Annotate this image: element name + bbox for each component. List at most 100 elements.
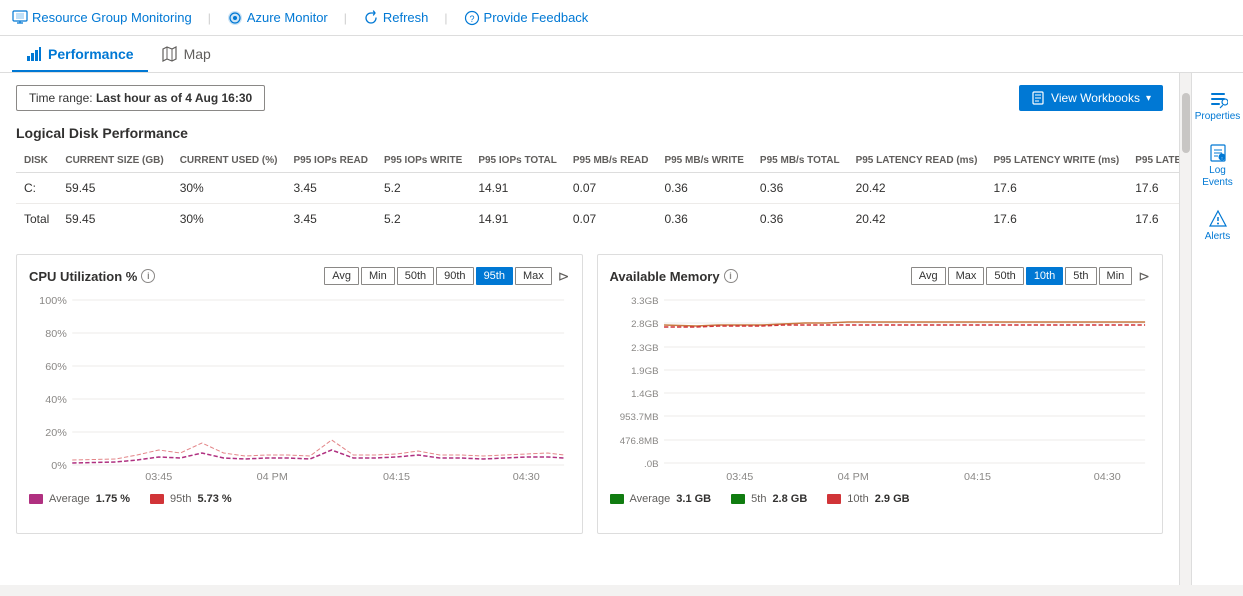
chevron-down-icon: ▾ [1146, 93, 1151, 104]
table-row: C:59.4530%3.455.214.910.070.360.3620.421… [16, 173, 1179, 204]
cpu-min-btn[interactable]: Min [361, 267, 395, 285]
cpu-pin-icon[interactable]: ⊳ [558, 268, 570, 285]
svg-text:.0B: .0B [644, 459, 659, 469]
col-mb-write: P95 MB/s WRITE [656, 151, 751, 173]
memory-chart-svg: 3.3GB 2.8GB 2.3GB 1.9GB 1.4GB 953.7MB 47… [610, 295, 1151, 485]
memory-chart-area: 3.3GB 2.8GB 2.3GB 1.9GB 1.4GB 953.7MB 47… [610, 295, 1151, 485]
mem-legend-10th: 10th 2.9 GB [827, 493, 909, 505]
cpu-max-btn[interactable]: Max [515, 267, 552, 285]
svg-text:476.8MB: 476.8MB [619, 436, 658, 446]
cpu-chart-title: CPU Utilization % i [29, 269, 155, 284]
cpu-90th-btn[interactable]: 90th [436, 267, 473, 285]
svg-text:2.8GB: 2.8GB [631, 319, 659, 329]
disk-table: DISK CURRENT SIZE (GB) CURRENT USED (%) … [16, 151, 1179, 234]
main-content: Time range: Last hour as of 4 Aug 16:30 … [0, 73, 1243, 585]
svg-text:3.3GB: 3.3GB [631, 296, 659, 306]
memory-chart-card: Available Memory i Avg Max 50th 10th 5th… [597, 254, 1164, 534]
cpu-chart-card: CPU Utilization % i Avg Min 50th 90th 95… [16, 254, 583, 534]
azure-monitor-link[interactable]: Azure Monitor [227, 10, 328, 26]
feedback-button[interactable]: ? Provide Feedback [464, 10, 589, 26]
tab-map[interactable]: Map [148, 36, 225, 72]
cpu-chart-header: CPU Utilization % i Avg Min 50th 90th 95… [29, 267, 570, 285]
col-lat-write: P95 LATENCY WRITE (ms) [985, 151, 1127, 173]
map-icon [162, 46, 178, 62]
svg-text:2.3GB: 2.3GB [631, 343, 659, 353]
svg-text:04:30: 04:30 [513, 472, 540, 483]
svg-text:100%: 100% [39, 296, 67, 307]
cpu-chart-buttons: Avg Min 50th 90th 95th Max [324, 267, 552, 285]
properties-button[interactable]: Properties [1192, 81, 1243, 131]
col-mb-total: P95 MB/s TOTAL [752, 151, 848, 173]
col-used: CURRENT USED (%) [172, 151, 286, 173]
cpu-legend: Average 1.75 % 95th 5.73 % [29, 493, 570, 505]
svg-text:20%: 20% [45, 428, 67, 439]
memory-chart-title: Available Memory i [610, 269, 738, 284]
svg-text:0%: 0% [51, 461, 67, 472]
mem-5th-btn[interactable]: 5th [1065, 267, 1096, 285]
disk-section: Logical Disk Performance DISK CURRENT SI… [16, 125, 1163, 234]
svg-text:03:45: 03:45 [145, 472, 172, 483]
svg-text:1.9GB: 1.9GB [631, 366, 659, 376]
cpu-info-icon[interactable]: i [141, 269, 155, 283]
mem-10th-color-swatch [827, 494, 841, 504]
svg-text:04 PM: 04 PM [257, 472, 288, 483]
cpu-chart-area: 100% 80% 60% 40% 20% 0% 03:45 04 PM 04:1… [29, 295, 570, 485]
mem-50th-btn[interactable]: 50th [986, 267, 1023, 285]
refresh-icon [363, 10, 379, 26]
alerts-icon [1208, 209, 1228, 229]
avg-color-swatch [29, 494, 43, 504]
resource-group-link[interactable]: Resource Group Monitoring [12, 10, 192, 26]
mem-max-btn[interactable]: Max [948, 267, 985, 285]
azure-icon [227, 10, 243, 26]
col-iops-write: P95 IOPs WRITE [376, 151, 470, 173]
col-iops-total: P95 IOPs TOTAL [470, 151, 565, 173]
cpu-chart-svg: 100% 80% 60% 40% 20% 0% 03:45 04 PM 04:1… [29, 295, 570, 485]
cpu-50th-btn[interactable]: 50th [397, 267, 434, 285]
workbook-icon [1031, 91, 1045, 105]
time-range-button[interactable]: Time range: Last hour as of 4 Aug 16:30 [16, 85, 265, 111]
mem-10th-btn[interactable]: 10th [1026, 267, 1063, 285]
cpu-legend-95th: 95th 5.73 % [150, 493, 232, 505]
monitor-icon [12, 10, 28, 26]
mem-avg-color-swatch [610, 494, 624, 504]
tab-performance[interactable]: Performance [12, 36, 148, 72]
performance-icon [26, 46, 42, 62]
toolbar-row: Time range: Last hour as of 4 Aug 16:30 … [16, 85, 1163, 111]
col-lat-read: P95 LATENCY READ (ms) [848, 151, 986, 173]
scrollbar[interactable] [1179, 73, 1191, 585]
col-iops-read: P95 IOPs READ [285, 151, 375, 173]
log-events-button[interactable]: ↑ Log Events [1192, 135, 1243, 197]
mem-legend-avg: Average 3.1 GB [610, 493, 712, 505]
top-bar: Resource Group Monitoring | Azure Monito… [0, 0, 1243, 36]
tabs-bar: Performance Map [0, 36, 1243, 73]
svg-text:03:45: 03:45 [726, 472, 753, 483]
memory-pin-icon[interactable]: ⊳ [1138, 268, 1150, 285]
scrollbar-thumb[interactable] [1182, 93, 1190, 153]
memory-chart-buttons: Avg Max 50th 10th 5th Min [911, 267, 1132, 285]
svg-text:04:30: 04:30 [1093, 472, 1120, 483]
alerts-button[interactable]: Alerts [1192, 201, 1243, 251]
mem-legend-5th: 5th 2.8 GB [731, 493, 807, 505]
svg-text:04 PM: 04 PM [837, 472, 868, 483]
cpu-avg-btn[interactable]: Avg [324, 267, 359, 285]
log-icon: ↑ [1208, 143, 1228, 163]
memory-legend: Average 3.1 GB 5th 2.8 GB 10th 2.9 GB [610, 493, 1151, 505]
col-lat-total: P95 LATENCY TOTAL (r [1127, 151, 1179, 173]
col-disk: DISK [16, 151, 57, 173]
right-sidebar: Properties ↑ Log Events Alerts [1191, 73, 1243, 585]
svg-text:1.4GB: 1.4GB [631, 389, 659, 399]
view-workbooks-button[interactable]: View Workbooks ▾ [1019, 85, 1163, 111]
svg-text:40%: 40% [45, 395, 67, 406]
mem-avg-btn[interactable]: Avg [911, 267, 946, 285]
mem-5th-color-swatch [731, 494, 745, 504]
mem-min-btn[interactable]: Min [1099, 267, 1133, 285]
svg-text:953.7MB: 953.7MB [619, 412, 658, 422]
svg-text:04:15: 04:15 [964, 472, 991, 483]
memory-info-icon[interactable]: i [724, 269, 738, 283]
svg-text:04:15: 04:15 [383, 472, 410, 483]
memory-chart-header: Available Memory i Avg Max 50th 10th 5th… [610, 267, 1151, 285]
refresh-button[interactable]: Refresh [363, 10, 429, 26]
cpu-95th-btn[interactable]: 95th [476, 267, 513, 285]
disk-section-title: Logical Disk Performance [16, 125, 1163, 141]
svg-text:60%: 60% [45, 362, 67, 373]
